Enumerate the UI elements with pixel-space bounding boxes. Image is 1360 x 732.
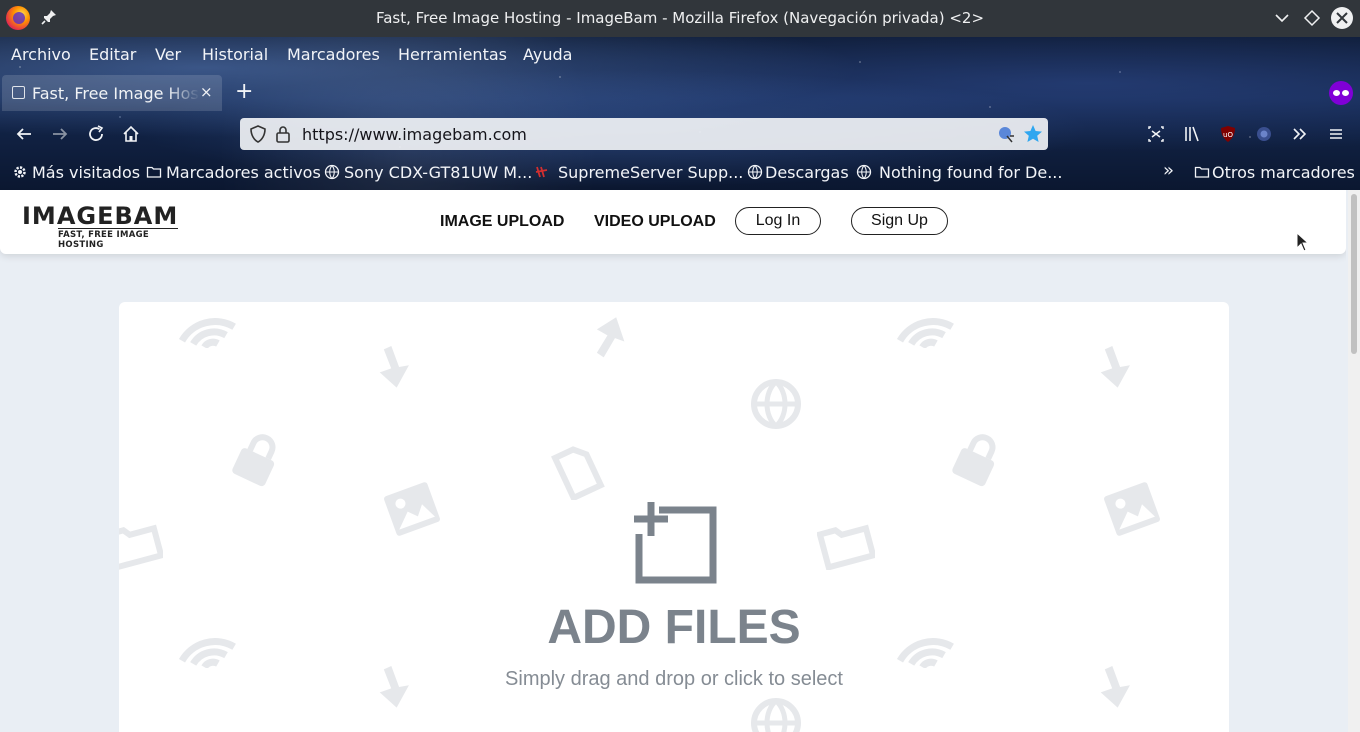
back-arrow-icon[interactable]	[13, 123, 35, 145]
bookmarks-toolbar: Más visitados Marcadores activos Sony CD…	[0, 155, 1360, 190]
home-icon[interactable]	[120, 123, 142, 145]
extension-icon[interactable]	[1253, 123, 1275, 145]
site-header: IMAGEBAM FAST, FREE IMAGE HOSTING IMAGE …	[0, 190, 1346, 254]
folder-icon	[119, 524, 163, 570]
bookmark-supremeserver[interactable]: SupremeServer Supp...	[534, 163, 743, 182]
globe-icon	[324, 164, 340, 180]
folder-icon	[146, 166, 162, 178]
folder-icon	[1194, 166, 1210, 178]
menu-ayuda[interactable]: Ayuda	[523, 45, 572, 64]
page-favicon-icon	[12, 86, 25, 99]
arrow-down-icon	[1100, 345, 1130, 388]
globe-icon	[856, 164, 872, 180]
bookmark-marcadores-activos[interactable]: Marcadores activos	[146, 163, 321, 182]
private-browsing-icon	[1329, 81, 1353, 105]
bookmark-label: Marcadores activos	[166, 163, 321, 182]
svg-text:uO: uO	[1223, 131, 1233, 139]
ublock-origin-icon[interactable]: uO	[1217, 123, 1239, 145]
logo-text: IMAGEBAM	[22, 202, 179, 230]
arrow-down-icon	[379, 345, 409, 388]
address-bar[interactable]: https://www.imagebam.com	[240, 118, 1048, 150]
menu-archivo[interactable]: Archivo	[11, 45, 71, 64]
mouse-cursor-icon	[1296, 232, 1310, 252]
tab-bar: Fast, Free Image Hosting - ImageBam × +	[0, 73, 1360, 111]
tab-imagebam[interactable]: Fast, Free Image Hosting - ImageBam ×	[2, 75, 222, 111]
globe-icon	[747, 164, 763, 180]
bookmarks-overflow-chevron-icon[interactable]: »	[1163, 160, 1174, 181]
folder-icon	[817, 524, 875, 570]
video-upload-link[interactable]: VIDEO UPLOAD	[594, 213, 716, 231]
window-title: Fast, Free Image Hosting - ImageBam - Mo…	[375, 9, 985, 27]
bookmark-sony-cdx[interactable]: Sony CDX-GT81UW M...	[324, 163, 532, 182]
maximize-button[interactable]	[1301, 7, 1323, 29]
file-icon	[551, 446, 605, 500]
minimize-button[interactable]	[1271, 7, 1293, 29]
login-button[interactable]: Log In	[735, 207, 821, 235]
bookmark-nothing-found[interactable]: Nothing found for De...	[856, 163, 1062, 182]
add-files-subtitle: Simply drag and drop or click to select	[505, 668, 843, 690]
menu-marcadores[interactable]: Marcadores	[287, 45, 380, 64]
bookmark-label: Descargas	[765, 163, 849, 182]
bookmark-star-icon[interactable]	[1022, 123, 1044, 145]
tab-close-icon[interactable]: ×	[200, 83, 213, 101]
bookmark-descargas[interactable]: Descargas	[747, 163, 849, 182]
url-text[interactable]: https://www.imagebam.com	[302, 125, 527, 144]
signup-button[interactable]: Sign Up	[851, 207, 948, 235]
library-icon[interactable]	[1181, 123, 1203, 145]
bookmark-otros-marcadores[interactable]: Otros marcadores	[1194, 163, 1355, 182]
page-scrollbar[interactable]	[1348, 190, 1360, 732]
logo-tagline: FAST, FREE IMAGE HOSTING	[58, 228, 178, 250]
overflow-chevrons-icon[interactable]	[1289, 123, 1311, 145]
menu-herramientas[interactable]: Herramientas	[398, 45, 507, 64]
image-upload-link[interactable]: IMAGE UPLOAD	[440, 213, 564, 231]
forward-arrow-icon[interactable]	[49, 123, 71, 145]
globe-icon	[751, 379, 801, 429]
tracking-shield-icon[interactable]	[248, 124, 268, 144]
wifi-icon	[178, 318, 236, 348]
menu-historial[interactable]: Historial	[202, 45, 268, 64]
scrollbar-thumb[interactable]	[1351, 194, 1357, 354]
globe-icon	[751, 698, 801, 732]
hamburger-menu-icon[interactable]	[1325, 123, 1347, 145]
web-page: IMAGEBAM FAST, FREE IMAGE HOSTING IMAGE …	[0, 190, 1346, 732]
upload-dropzone[interactable]: ADD FILES Simply drag and drop or click …	[119, 302, 1229, 732]
bookmark-label: SupremeServer Supp...	[558, 163, 744, 182]
navigation-toolbar: https://www.imagebam.com uO	[0, 113, 1360, 155]
lock-icon	[232, 434, 276, 487]
bookmark-label: Más visitados	[32, 163, 141, 182]
close-window-button[interactable]	[1331, 7, 1353, 29]
image-icon	[1104, 482, 1160, 536]
imagebam-logo[interactable]: IMAGEBAM FAST, FREE IMAGE HOSTING	[22, 204, 178, 250]
lock-icon	[952, 434, 996, 487]
lock-icon[interactable]	[274, 124, 292, 144]
translate-icon[interactable]	[996, 124, 1016, 144]
bookmark-label: Otros marcadores	[1212, 163, 1355, 182]
menu-bar: Archivo Editar Ver Historial Marcadores …	[0, 37, 1360, 71]
tab-title: Fast, Free Image Hosting - ImageBam	[32, 84, 200, 103]
add-files-title[interactable]: ADD FILES	[119, 600, 1229, 655]
bookmark-mas-visitados[interactable]: Más visitados	[12, 163, 140, 182]
menu-ver[interactable]: Ver	[155, 45, 181, 64]
wifi-icon	[896, 318, 954, 348]
add-file-icon[interactable]	[631, 500, 717, 584]
gear-icon	[14, 166, 26, 178]
new-tab-button[interactable]: +	[235, 79, 253, 104]
supremeserver-favicon-icon	[535, 166, 548, 178]
arrow-up-icon	[596, 317, 625, 358]
screenshot-icon[interactable]	[1145, 123, 1167, 145]
reload-icon[interactable]	[85, 123, 107, 145]
bookmark-label: Nothing found for De...	[879, 163, 1063, 182]
image-icon	[384, 482, 440, 536]
bookmark-label: Sony CDX-GT81UW M...	[344, 163, 533, 182]
window-titlebar: Fast, Free Image Hosting - ImageBam - Mo…	[0, 0, 1360, 37]
menu-editar[interactable]: Editar	[89, 45, 136, 64]
